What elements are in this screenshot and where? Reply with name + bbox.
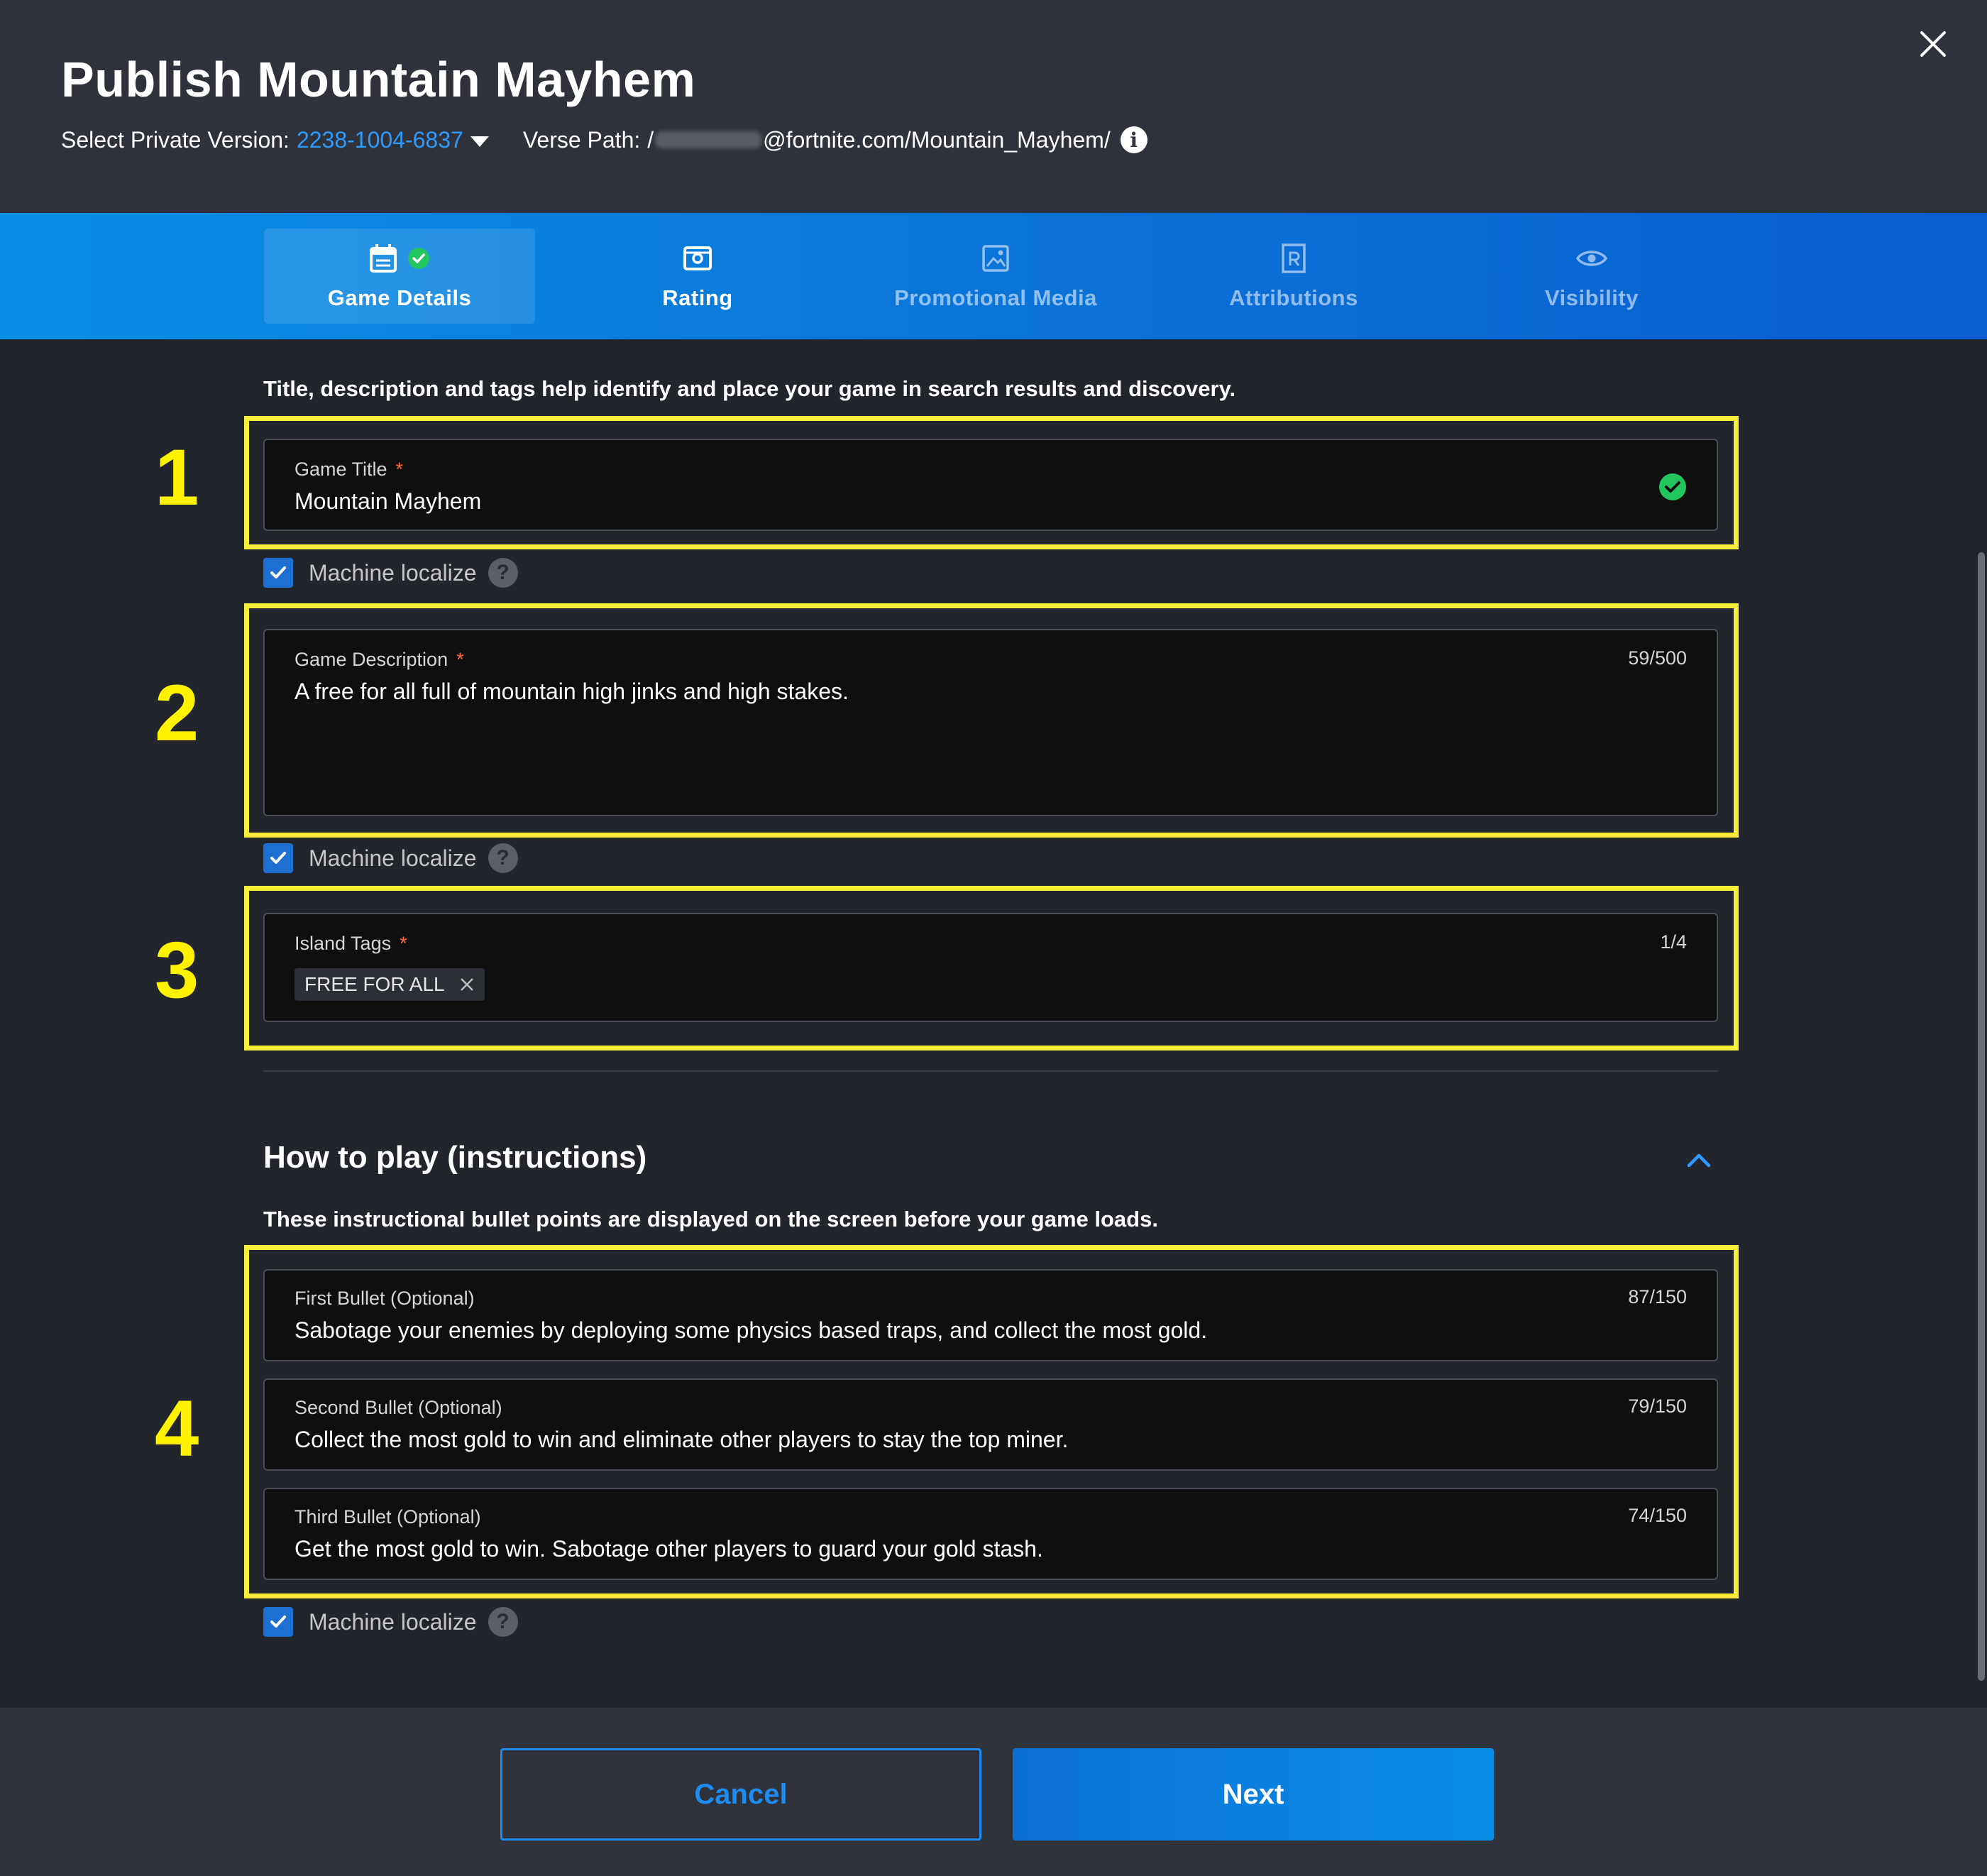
dialog-title: Publish Mountain Mayhem (61, 52, 696, 107)
verse-path-prefix: / (647, 126, 654, 153)
completed-check-icon (408, 248, 429, 269)
tab-promotional-media[interactable]: Promotional Media (860, 229, 1131, 324)
tab-label: Attributions (1229, 285, 1358, 310)
tab-visibility[interactable]: Visibility (1456, 229, 1727, 324)
dialog-footer: Cancel Next (0, 1708, 1987, 1876)
version-label: Select Private Version: (61, 126, 290, 153)
game-description-label: Game Description * (295, 649, 464, 670)
verse-path-label: Verse Path: (522, 126, 641, 153)
first-bullet-count: 87/150 (1628, 1286, 1687, 1307)
tab-label: Rating (662, 285, 733, 310)
first-bullet-label: First Bullet (Optional) (295, 1288, 475, 1309)
remove-tag-icon[interactable] (459, 977, 475, 992)
section-divider (263, 1070, 1718, 1072)
game-title-value[interactable]: Mountain Mayhem (295, 488, 481, 515)
tags-count: 1/4 (1660, 931, 1687, 953)
how-to-play-description: These instructional bullet points are di… (263, 1207, 1158, 1232)
how-to-play-heading: How to play (instructions) (263, 1140, 647, 1175)
scrollbar[interactable] (1978, 552, 1985, 1681)
chevron-up-icon[interactable] (1685, 1150, 1713, 1171)
tab-label: Visibility (1545, 285, 1639, 310)
island-tags-field[interactable]: Island Tags * 1/4 FREE FOR ALL (263, 913, 1718, 1022)
game-details-panel: Title, description and tags help identif… (0, 339, 1987, 1708)
second-bullet-field[interactable]: Second Bullet (Optional) 79/150 Collect … (263, 1378, 1718, 1471)
redacted-username (655, 131, 762, 148)
third-bullet-field[interactable]: Third Bullet (Optional) 74/150 Get the m… (263, 1488, 1718, 1580)
eye-icon (1576, 251, 1607, 266)
tag-chip[interactable]: FREE FOR ALL (295, 968, 485, 1001)
rating-icon (683, 246, 712, 270)
annotation-number-3: 3 (155, 926, 199, 1014)
machine-localize-label: Machine localize (309, 1608, 477, 1635)
tab-bar: Game Details Rating Promotional Media At… (0, 213, 1987, 339)
tab-rating[interactable]: Rating (562, 229, 833, 324)
tag-chip-label: FREE FOR ALL (304, 973, 445, 995)
first-bullet-value[interactable]: Sabotage your enemies by deploying some … (295, 1317, 1207, 1344)
second-bullet-value[interactable]: Collect the most gold to win and elimina… (295, 1427, 1068, 1453)
first-bullet-field[interactable]: First Bullet (Optional) 87/150 Sabotage … (263, 1269, 1718, 1361)
machine-localize-bullets[interactable]: Machine localize ? (263, 1607, 518, 1637)
tab-label: Promotional Media (894, 285, 1097, 310)
third-bullet-label: Third Bullet (Optional) (295, 1506, 481, 1527)
next-button[interactable]: Next (1013, 1748, 1494, 1841)
machine-localize-label: Machine localize (309, 559, 477, 586)
annotation-number-1: 1 (155, 433, 199, 522)
verse-path: Verse Path: / @fortnite.com/Mountain_May… (523, 126, 1147, 153)
dialog-header: Publish Mountain Mayhem Select Private V… (0, 0, 1987, 213)
verse-path-suffix: @fortnite.com/Mountain_Mayhem/ (763, 126, 1111, 153)
info-icon[interactable]: i (1120, 126, 1147, 153)
cancel-button[interactable]: Cancel (500, 1748, 981, 1841)
game-description-field[interactable]: Game Description * 59/500 A free for all … (263, 629, 1718, 816)
third-bullet-count: 74/150 (1628, 1505, 1687, 1526)
game-description-value[interactable]: A free for all full of mountain high jin… (295, 679, 849, 705)
help-icon[interactable]: ? (488, 843, 518, 873)
second-bullet-count: 79/150 (1628, 1395, 1687, 1417)
checkbox-checked-icon[interactable] (263, 558, 293, 588)
game-title-field[interactable]: Game Title * Mountain Mayhem (263, 439, 1718, 531)
machine-localize-label: Machine localize (309, 845, 477, 871)
island-tags-label: Island Tags * (295, 933, 407, 954)
tab-attributions[interactable]: Attributions (1158, 229, 1429, 324)
details-description: Title, description and tags help identif… (263, 376, 1236, 401)
chevron-down-icon[interactable] (470, 136, 489, 147)
close-icon[interactable] (1916, 27, 1950, 61)
tab-game-details[interactable]: Game Details (264, 229, 535, 324)
version-select[interactable]: 2238-1004-6837 (297, 127, 463, 153)
tab-label: Game Details (327, 285, 472, 310)
third-bullet-value[interactable]: Get the most gold to win. Sabotage other… (295, 1536, 1043, 1562)
image-icon (982, 245, 1009, 272)
annotation-number-4: 4 (155, 1384, 199, 1473)
description-char-count: 59/500 (1628, 647, 1687, 669)
game-title-label: Game Title * (295, 459, 404, 480)
checkbox-checked-icon[interactable] (263, 1607, 293, 1637)
machine-localize-title[interactable]: Machine localize ? (263, 558, 518, 588)
valid-check-icon (1659, 473, 1686, 500)
help-icon[interactable]: ? (488, 558, 518, 588)
header-meta: Select Private Version: 2238-1004-6837 V… (61, 126, 1147, 153)
annotation-number-2: 2 (155, 669, 199, 757)
checkbox-checked-icon[interactable] (263, 843, 293, 873)
help-icon[interactable]: ? (488, 1607, 518, 1637)
second-bullet-label: Second Bullet (Optional) (295, 1397, 502, 1418)
publish-dialog: Publish Mountain Mayhem Select Private V… (0, 0, 1987, 1876)
scrolled-heading-remnant (264, 339, 463, 348)
attributions-icon (1282, 243, 1306, 273)
machine-localize-description[interactable]: Machine localize ? (263, 843, 518, 873)
calendar-icon (370, 244, 397, 273)
